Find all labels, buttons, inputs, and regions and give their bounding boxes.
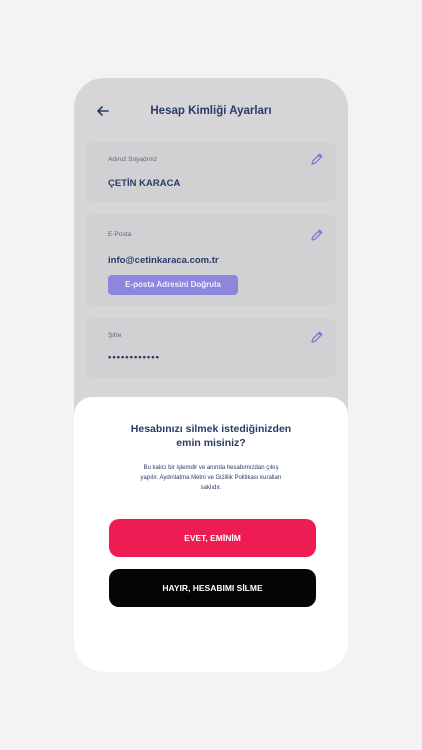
- cancel-delete-button[interactable]: HAYIR, HESABIMI SİLME: [109, 569, 316, 607]
- dialog-title-line2: emin misiniz?: [176, 437, 246, 449]
- app-header: Hesap Kimliği Ayarları: [74, 78, 348, 140]
- email-value: info@cetinkaraca.com.tr: [108, 255, 219, 266]
- name-card: Adınız Soyadınız ÇETİN KARACA: [86, 142, 336, 202]
- confirm-delete-button[interactable]: EVET, EMİNİM: [109, 519, 316, 557]
- name-label: Adınız Soyadınız: [108, 156, 158, 163]
- dialog-desc-line1: Bu kalıcı bir işlemdir ve anında hesabım…: [143, 465, 279, 471]
- dialog-title-line1: Hesabınızı silmek istediğinizden: [130, 423, 292, 435]
- dialog-desc-line2: yapılır. Aydınlatma Metni ve Gizlilik Po…: [140, 475, 282, 481]
- page-title: Hesap Kimliği Ayarları: [150, 105, 272, 117]
- name-value: ÇETİN KARACA: [108, 178, 181, 189]
- email-card: E-Posta info@cetinkaraca.com.tr E-posta …: [86, 214, 336, 306]
- delete-account-sheet: Hesabınızı silmek istediğinizden emin mi…: [74, 397, 348, 672]
- dialog-title: Hesabınızı silmek istediğinizden emin mi…: [94, 422, 328, 450]
- edit-password-pencil-icon[interactable]: [308, 328, 326, 346]
- dialog-description: Bu kalıcı bir işlemdir ve anında hesabım…: [124, 463, 298, 493]
- password-label: Şifre: [108, 332, 122, 339]
- verify-email-button[interactable]: E-posta Adresini Doğrula: [108, 275, 238, 295]
- edit-email-pencil-icon[interactable]: [308, 226, 326, 244]
- edit-name-pencil-icon[interactable]: [308, 150, 326, 168]
- phone-screen: Hesap Kimliği Ayarları Adınız Soyadınız …: [74, 78, 348, 672]
- dialog-desc-line3: saklıdır.: [200, 485, 222, 491]
- email-label: E-Posta: [108, 231, 132, 238]
- password-value: ••••••••••••: [108, 352, 160, 363]
- password-card: Şifre ••••••••••••: [86, 318, 336, 378]
